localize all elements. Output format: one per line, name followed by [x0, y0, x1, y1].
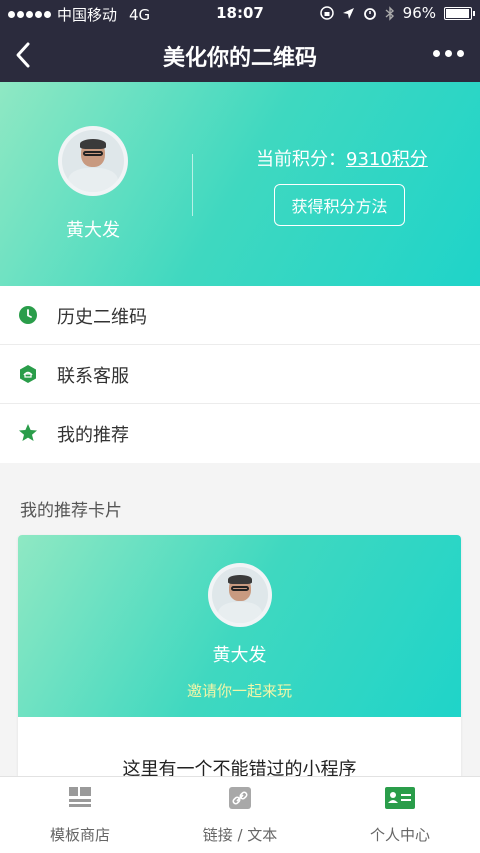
status-right: 96% — [319, 4, 475, 22]
alarm-icon — [363, 8, 376, 20]
tab-label: 个人中心 — [369, 826, 430, 844]
link-icon — [229, 787, 251, 809]
card-invite: 邀请你一起来玩 — [186, 682, 292, 700]
profile-panel: 黄大发 当前积分：9310积分 获得积分方法 — [0, 82, 480, 286]
menu-item-label: 历史二维码 — [57, 307, 147, 328]
more-icon[interactable] — [433, 50, 464, 57]
menu-item-history[interactable]: 历史二维码 — [0, 286, 480, 345]
points-summary: 当前积分：9310积分 — [256, 145, 428, 171]
tab-label: 链接 / 文本 — [202, 826, 278, 844]
orientation-lock-icon — [319, 6, 334, 20]
star-icon — [19, 424, 37, 441]
points-label: 当前积分： — [256, 149, 346, 170]
points-value-link[interactable]: 9310积分 — [346, 149, 428, 170]
menu-list: 历史二维码 联系客服 我的推荐 — [0, 286, 480, 463]
avatar[interactable] — [58, 126, 128, 196]
profile-name: 黄大发 — [66, 220, 120, 241]
menu-item-label: 联系客服 — [57, 366, 129, 387]
tab-profile-center[interactable]: 个人中心 — [320, 777, 480, 853]
nav-bar: 美化你的二维码 — [0, 28, 480, 82]
battery-label: 96% — [402, 4, 436, 22]
header: 中国移动 4G 18:07 96% 美化你的二维码 — [0, 0, 480, 82]
page-title: 美化你的二维码 — [162, 46, 317, 71]
menu-item-recommend[interactable]: 我的推荐 — [0, 404, 480, 463]
card-header: 黄大发 邀请你一起来玩 — [18, 535, 461, 717]
earn-points-button[interactable]: 获得积分方法 — [274, 184, 405, 226]
section-title: 我的推荐卡片 — [20, 501, 122, 521]
tab-label: 模板商店 — [49, 826, 110, 844]
menu-item-label: 我的推荐 — [57, 425, 129, 446]
clock-icon — [19, 306, 37, 324]
tab-bar: 模板商店 链接 / 文本 个人中心 — [0, 776, 480, 853]
tab-link-text[interactable]: 链接 / 文本 — [160, 777, 320, 853]
recommend-card[interactable]: 黄大发 邀请你一起来玩 这里有一个不能错过的小程序 — [18, 535, 461, 795]
tab-template-store[interactable]: 模板商店 — [0, 777, 160, 853]
service-icon — [20, 365, 36, 383]
location-icon — [342, 7, 354, 19]
card-name: 黄大发 — [212, 645, 267, 666]
avatar — [208, 563, 272, 627]
menu-item-service[interactable]: 联系客服 — [0, 345, 480, 404]
status-bar: 中国移动 4G 18:07 96% — [0, 0, 480, 26]
divider — [192, 154, 193, 216]
profile-card-icon — [385, 787, 415, 809]
template-store-icon — [69, 787, 91, 807]
battery-icon — [444, 6, 475, 20]
bluetooth-icon — [385, 5, 394, 21]
